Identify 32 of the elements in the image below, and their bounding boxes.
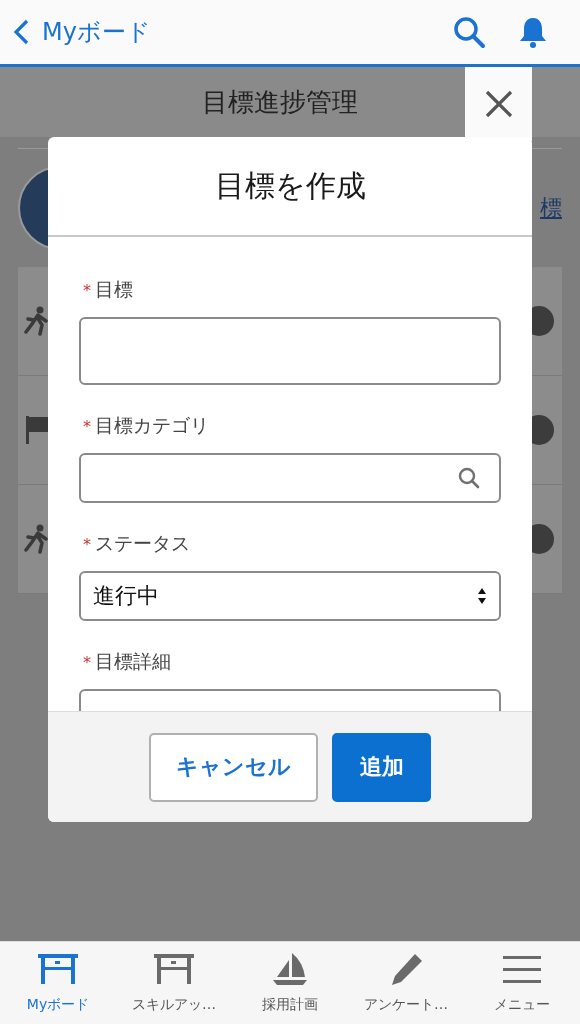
search-icon <box>457 466 481 490</box>
search-icon[interactable] <box>452 15 486 49</box>
tab[interactable]: スキルアッ… <box>116 942 232 1024</box>
tab[interactable]: Myボード <box>0 942 116 1024</box>
runner-icon <box>24 524 50 554</box>
tab[interactable]: メニュー <box>464 942 580 1024</box>
sort-icon <box>477 586 487 606</box>
required-mark: * <box>83 534 91 554</box>
field-label: 目標詳細 <box>95 649 171 674</box>
field-label: 目標カテゴリ <box>95 413 209 438</box>
select-field[interactable]: 進行中 <box>79 571 501 621</box>
required-mark: * <box>83 280 91 300</box>
cancel-button[interactable]: キャンセル <box>149 732 318 802</box>
runner-icon <box>24 306 50 336</box>
page-title: 目標進捗管理 <box>202 85 358 119</box>
close-icon <box>484 90 513 118</box>
desk-icon <box>153 952 195 986</box>
add-button[interactable]: 追加 <box>332 732 431 802</box>
back-button[interactable]: Myボード <box>12 16 151 48</box>
field-label: 目標 <box>95 277 133 302</box>
close-button[interactable] <box>484 90 513 118</box>
text-area[interactable] <box>79 317 501 385</box>
desk-icon <box>37 952 79 986</box>
tab[interactable]: アンケート… <box>348 942 464 1024</box>
required-mark: * <box>83 652 91 672</box>
back-icon <box>12 19 30 45</box>
modal-title: 目標を作成 <box>214 166 366 205</box>
required-mark: * <box>83 416 91 436</box>
lookup-field[interactable] <box>79 453 501 503</box>
flag-icon <box>24 414 50 446</box>
field-label: ステータス <box>95 531 190 556</box>
tab[interactable]: 採用計画 <box>232 942 348 1024</box>
